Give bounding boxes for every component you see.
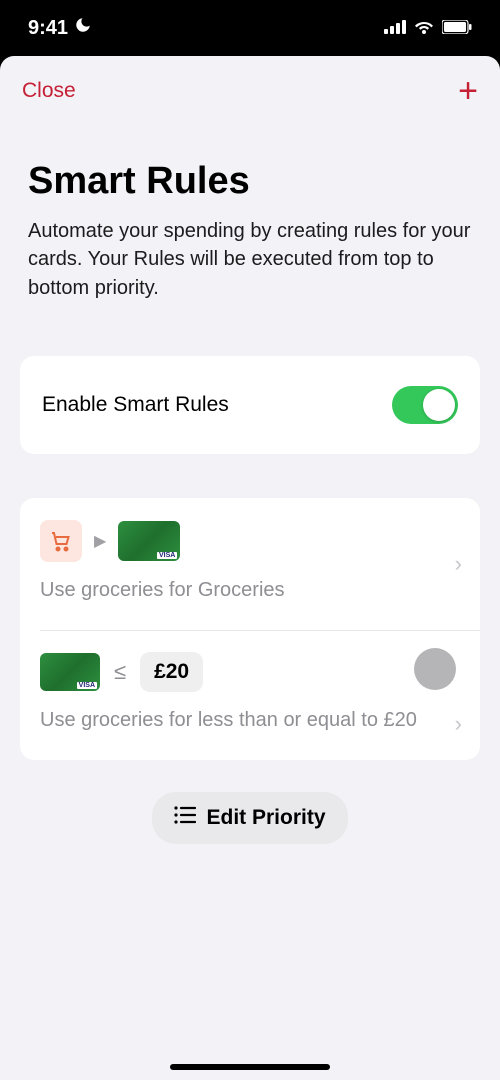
navbar: Close + — [0, 56, 500, 116]
enable-toggle[interactable] — [392, 386, 458, 424]
enable-smart-rules-row: Enable Smart Rules — [20, 356, 480, 454]
loading-indicator — [414, 648, 456, 690]
moon-icon — [74, 16, 92, 40]
close-button[interactable]: Close — [22, 79, 76, 103]
amount-badge: £20 — [140, 652, 203, 692]
wifi-icon — [414, 17, 434, 40]
operator-badge: ≤ — [112, 659, 128, 685]
arrow-right-icon: ▶ — [94, 531, 106, 551]
sheet: Close + Smart Rules Automate your spendi… — [0, 56, 500, 1080]
battery-icon — [442, 17, 472, 40]
rule-icons: ▶ — [40, 520, 460, 562]
rule-description: Use groceries for less than or equal to … — [40, 706, 460, 734]
page-title: Smart Rules — [28, 160, 472, 203]
header: Smart Rules Automate your spending by cr… — [0, 116, 500, 318]
page-subtitle: Automate your spending by creating rules… — [28, 217, 472, 302]
rule-row[interactable]: ≤ £20 Use groceries for less than or equ… — [20, 630, 480, 760]
status-time: 9:41 — [28, 17, 68, 40]
rule-description: Use groceries for Groceries — [40, 576, 460, 604]
status-bar: 9:41 — [0, 0, 500, 56]
enable-label: Enable Smart Rules — [42, 393, 229, 417]
plus-icon: + — [458, 72, 478, 110]
add-button[interactable]: + — [458, 74, 478, 108]
edit-priority-label: Edit Priority — [206, 806, 325, 830]
groceries-category-icon — [40, 520, 82, 562]
home-indicator[interactable] — [170, 1064, 330, 1070]
rules-list: ▶ Use groceries for Groceries › ≤ £20 Us… — [20, 498, 480, 760]
card-icon — [40, 653, 100, 691]
edit-priority-button[interactable]: Edit Priority — [152, 792, 347, 844]
chevron-right-icon: › — [455, 711, 462, 737]
list-icon — [174, 806, 196, 830]
cellular-icon — [384, 17, 406, 40]
card-icon — [118, 521, 180, 561]
chevron-right-icon: › — [455, 551, 462, 577]
rule-row[interactable]: ▶ Use groceries for Groceries › — [20, 498, 480, 630]
rule-icons: ≤ £20 — [40, 652, 460, 692]
